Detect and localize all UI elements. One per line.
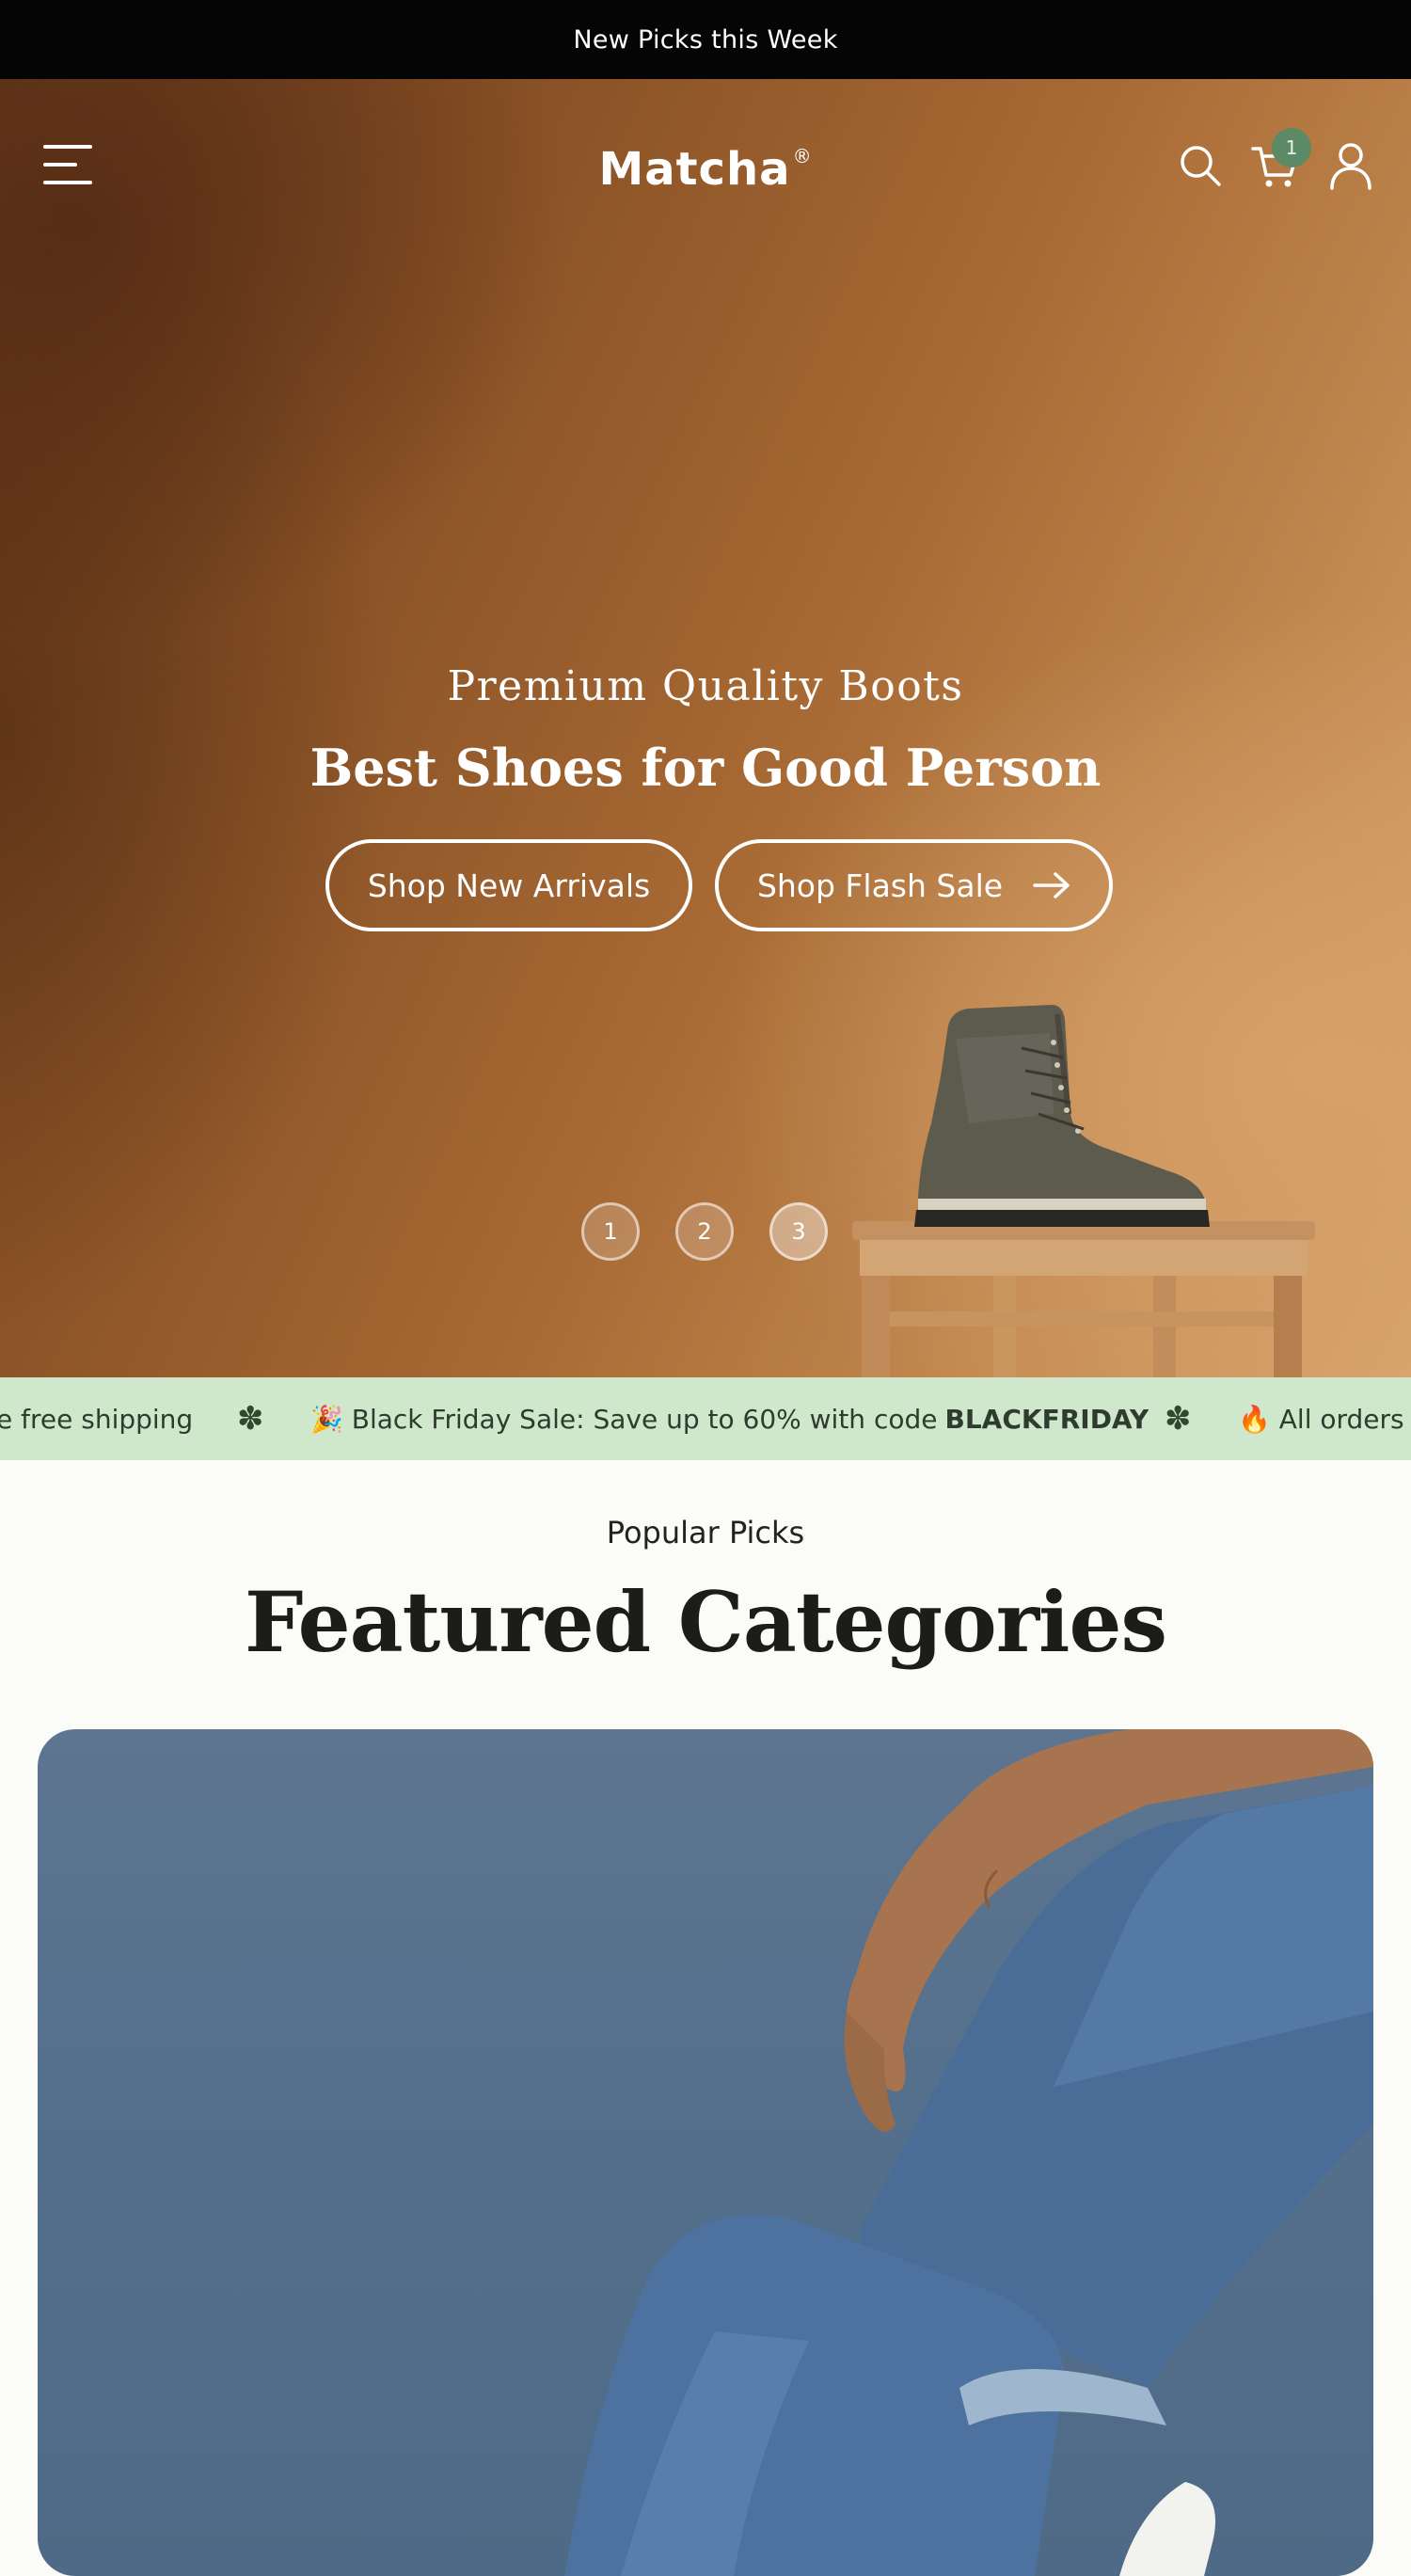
marquee-item: 🔥 All orders r [1238,1403,1411,1435]
asterisk-icon: ✽ [1165,1400,1192,1438]
logo-registered-mark: ® [792,145,813,167]
section-title: Featured Categories [244,1573,1167,1671]
category-card[interactable] [38,1729,1373,2576]
arrow-right-icon [1033,872,1070,898]
marquee-item-black-friday: 🎉 Black Friday Sale: Save up to 60% with… [310,1403,1149,1435]
announcement-text: New Picks this Week [573,24,838,55]
announcement-bar: New Picks this Week [0,0,1411,79]
account-icon[interactable] [1328,141,1373,190]
section-eyebrow: Popular Picks [606,1515,805,1550]
search-icon[interactable] [1178,143,1223,188]
slide-dot-2[interactable]: 2 [675,1202,734,1261]
promo-marquee: e free shipping ✽ 🎉 Black Friday Sale: S… [0,1377,1411,1460]
promo-code: BLACKFRIDAY [944,1403,1149,1435]
hero-title: Best Shoes for Good Person [309,738,1102,798]
shop-flash-sale-label: Shop Flash Sale [756,867,1004,904]
shop-new-arrivals-button[interactable]: Shop New Arrivals [325,839,692,931]
slide-dot-3[interactable]: 3 [769,1202,828,1261]
boot-product-image [852,1005,1315,1377]
shop-flash-sale-button[interactable]: Shop Flash Sale [715,839,1113,931]
marquee-item: e free shipping [0,1403,194,1435]
asterisk-icon: ✽ [237,1400,264,1438]
cart-count-badge: 1 [1272,128,1311,167]
hero-slideshow: Matcha ® 1 Premium Quality Boots Best Sho… [0,79,1411,1377]
logo-text: Matcha [598,143,791,196]
hero-eyebrow: Premium Quality Boots [447,662,964,710]
slide-dot-1[interactable]: 1 [581,1202,640,1261]
shop-new-arrivals-label: Shop New Arrivals [367,867,651,904]
category-image [564,1729,1373,2576]
